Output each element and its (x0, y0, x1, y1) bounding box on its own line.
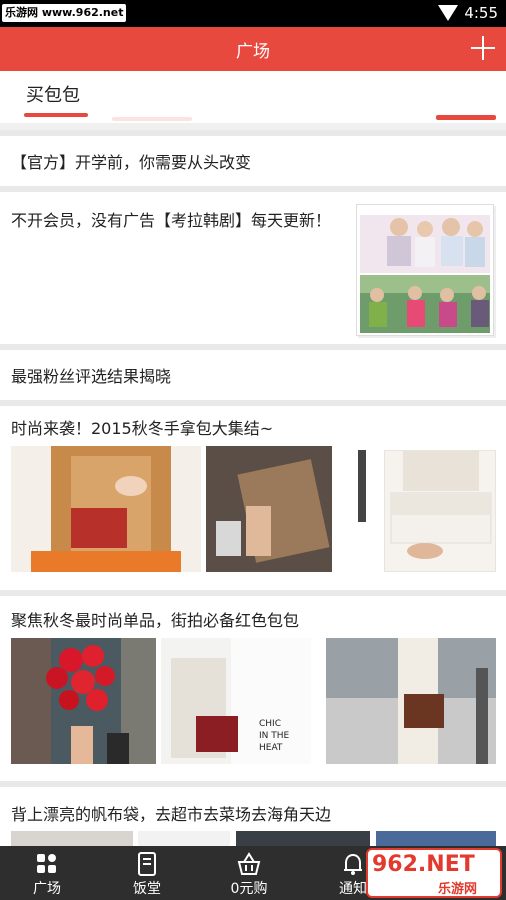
feed-item-title: 不开会员，没有广告【考拉韩剧】每天更新！ (11, 211, 332, 230)
leather-bag-illustration (326, 638, 496, 764)
status-bar: 乐游网 www.962.net 4:55 (0, 0, 506, 27)
canvas-bag-photo-1 (11, 831, 133, 846)
tab-indicator-faded (112, 117, 192, 121)
feed-item[interactable]: 时尚来袭！2015秋冬手拿包大集结~ (0, 406, 506, 590)
balloons-illustration (11, 638, 156, 764)
street-photo-balloons (11, 638, 156, 764)
canvas-bag-photo-4 (376, 831, 496, 846)
basket-icon (237, 852, 261, 875)
feed-item[interactable]: 不开会员，没有广告【考拉韩剧】每天更新！ (0, 192, 506, 344)
street-photo-leather-bag (326, 638, 496, 764)
tab-indicator (24, 113, 88, 117)
svg-text:CHIC: CHIC (259, 719, 281, 729)
clutch-photo-1 (11, 446, 201, 572)
clutch-illustration-2 (206, 446, 332, 572)
nav-item-free-buy[interactable]: 0元购 (209, 846, 289, 900)
nav-label: 饭堂 (133, 881, 161, 897)
kdrama-poster-image (356, 204, 494, 336)
wifi-icon (438, 5, 458, 21)
canvas-bag-photo-2 (138, 831, 230, 846)
clutch-photo-2 (206, 446, 332, 572)
plus-icon[interactable] (470, 35, 496, 61)
book-icon (138, 852, 156, 876)
street-photo-red-bag: CHIC IN THE HEAT (161, 638, 311, 764)
red-bag-illustration: CHIC IN THE HEAT (161, 638, 290, 764)
site-logo-watermark: 962.NET 乐游网 (366, 848, 502, 898)
feed-item-title: 背上漂亮的帆布袋，去超市去菜场去海角天边 (11, 805, 332, 824)
feed-item[interactable]: 背上漂亮的帆布袋，去超市去菜场去海角天边 (0, 787, 506, 846)
logo-sub-text: 乐游网 (438, 882, 478, 897)
app-bar: 广场 (0, 27, 506, 71)
watermark-text: 乐游网 www.962.net (2, 4, 127, 22)
feed-item-title: 【官方】开学前，你需要从头改变 (11, 153, 252, 172)
nav-label: 广场 (33, 881, 61, 897)
grid-icon (37, 854, 56, 873)
clock: 4:55 (464, 4, 498, 22)
feed-item[interactable]: 最强粉丝评选结果揭晓 (0, 350, 506, 400)
feed-item[interactable]: 聚焦秋冬最时尚单品，街拍必备红色包包 CHIC IN THE HEAT (0, 596, 506, 781)
poster-illustration (360, 215, 490, 333)
bell-icon (344, 853, 362, 875)
tab-indicator-right (436, 115, 496, 120)
feed-item-title: 聚焦秋冬最时尚单品，街拍必备红色包包 (11, 611, 300, 630)
nav-item-plaza[interactable]: 广场 (7, 846, 87, 900)
svg-text:HEAT: HEAT (259, 743, 283, 753)
tab-bar: 买包包 (0, 71, 506, 123)
feed-item-title: 时尚来袭！2015秋冬手拿包大集结~ (11, 419, 274, 438)
feed-item-title: 最强粉丝评选结果揭晓 (11, 367, 172, 386)
tab-buy-bags[interactable]: 买包包 (26, 81, 80, 107)
logo-main-text: 962.NET (372, 852, 475, 877)
page-title: 广场 (236, 42, 270, 62)
clutch-illustration-3 (390, 451, 492, 559)
clutch-illustration-1 (31, 446, 181, 572)
vertical-caption (358, 450, 366, 522)
svg-text:IN THE: IN THE (259, 731, 290, 741)
nav-item-canteen[interactable]: 饭堂 (107, 846, 187, 900)
feed-item[interactable]: 【官方】开学前，你需要从头改变 (0, 136, 506, 186)
canvas-bag-photo-3 (236, 831, 370, 846)
clutch-photo-3 (384, 450, 496, 572)
nav-label: 0元购 (230, 881, 268, 897)
